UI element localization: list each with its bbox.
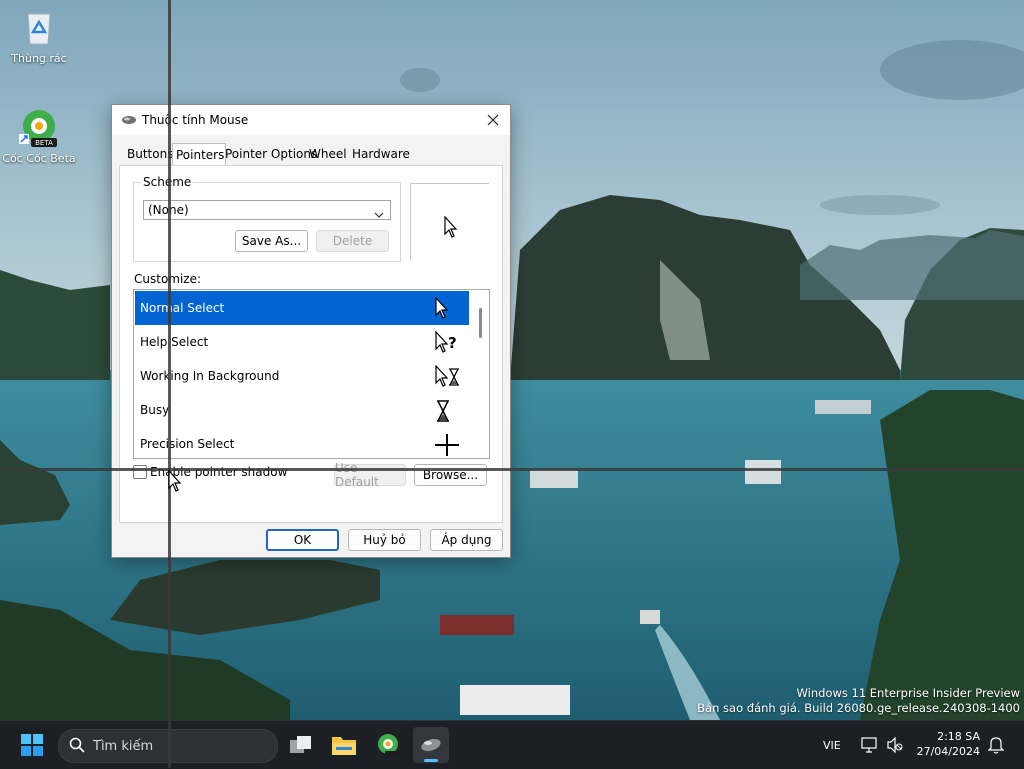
tab-pointers[interactable]: Pointers [172,143,226,165]
scrollbar-thumb[interactable] [479,308,482,338]
folder-icon [332,737,356,755]
dialog-titlebar[interactable]: Thuộc tính Mouse [112,105,510,135]
volume-muted-icon[interactable] [886,736,904,756]
list-row-help-select[interactable]: Help Select ? [135,325,469,359]
list-row-precision-select[interactable]: Precision Select [135,427,469,458]
notification-bell-icon[interactable] [987,736,1005,757]
list-row-label: Working In Background [140,369,280,383]
dialog-title: Thuộc tính Mouse [142,113,249,127]
windows-logo-icon [21,734,43,756]
search-placeholder: Tìm kiếm [93,738,154,754]
close-icon [487,114,499,126]
vertical-guide-line [168,0,171,768]
list-row-label: Precision Select [140,437,235,451]
recycle-bin-icon [19,8,59,48]
working-cursor-icon [435,364,461,390]
list-row-normal-select[interactable]: Normal Select [135,291,469,325]
list-row-label: Normal Select [140,301,225,315]
scheme-dropdown[interactable]: (None) [143,200,391,220]
list-row-busy[interactable]: Busy [135,393,469,427]
apply-button[interactable]: Áp dụng [430,529,503,551]
beta-badge: BETA [35,139,53,147]
coccoc-beta-icon [378,734,399,756]
search-icon [69,737,85,756]
arrow-cursor-icon [444,215,458,241]
windows-watermark: Windows 11 Enterprise Insider Preview Bả… [697,686,1020,716]
clock-date: 27/04/2024 [916,745,980,758]
arrow-cursor-icon [435,296,449,322]
task-view-button[interactable] [283,727,319,763]
desktop-icon-coccoc-beta[interactable]: BETA Cốc Cốc Beta [1,108,77,165]
desktop-icon-label: Thùng rác [11,52,67,65]
coccoc-beta-icon: BETA [19,108,59,148]
cancel-button[interactable]: Huỷ bỏ [348,529,421,551]
file-explorer-button[interactable] [326,727,362,763]
tab-hardware[interactable]: Hardware [350,147,412,165]
close-button[interactable] [476,105,510,135]
chevron-down-icon [374,207,384,221]
mouse-icon [421,738,441,752]
save-as-button[interactable]: Save As... [235,230,308,252]
system-clock[interactable]: 2:18 SA 27/04/2024 [917,729,980,759]
svg-text:?: ? [448,334,457,352]
list-row-working-in-background[interactable]: Working In Background [135,359,469,393]
ok-button[interactable]: OK [266,529,339,551]
list-row-label: Help Select [140,335,209,349]
horizontal-guide-line [0,468,1024,471]
network-icon[interactable] [861,737,879,756]
watermark-build: Bản sao đánh giá. Build 26080.ge_release… [697,701,1020,715]
tab-pointer-options[interactable]: Pointer Options [223,147,319,165]
task-view-icon [290,736,311,753]
mouse-pointer-icon [168,469,182,495]
cursor-list[interactable]: Normal Select Help Select ? Working In B… [133,289,490,459]
tab-wheel[interactable]: Wheel [307,147,349,165]
desktop-icon-recycle-bin[interactable]: Thùng rác [1,8,77,65]
delete-button[interactable]: Delete [316,230,389,252]
start-button[interactable] [14,727,50,763]
coccoc-taskbar-button[interactable] [370,727,406,763]
mouse-icon [121,114,137,128]
crosshair-cursor-icon [433,433,461,458]
watermark-edition: Windows 11 Enterprise Insider Preview [796,686,1020,700]
list-row-label: Busy [140,403,170,417]
cursor-preview [410,183,489,260]
hourglass-cursor-icon [435,399,451,426]
list-scrollbar[interactable] [473,290,489,456]
taskbar: Tìm kiếm VIE 2:18 SA 27/04/2024 [0,720,1024,769]
input-language[interactable]: VIE [823,739,841,752]
help-cursor-icon: ? [435,330,459,356]
desktop-icon-label: Cốc Cốc Beta [2,152,76,165]
mouse-properties-taskbar-button[interactable] [413,727,449,763]
clock-time: 2:18 SA [937,730,980,743]
